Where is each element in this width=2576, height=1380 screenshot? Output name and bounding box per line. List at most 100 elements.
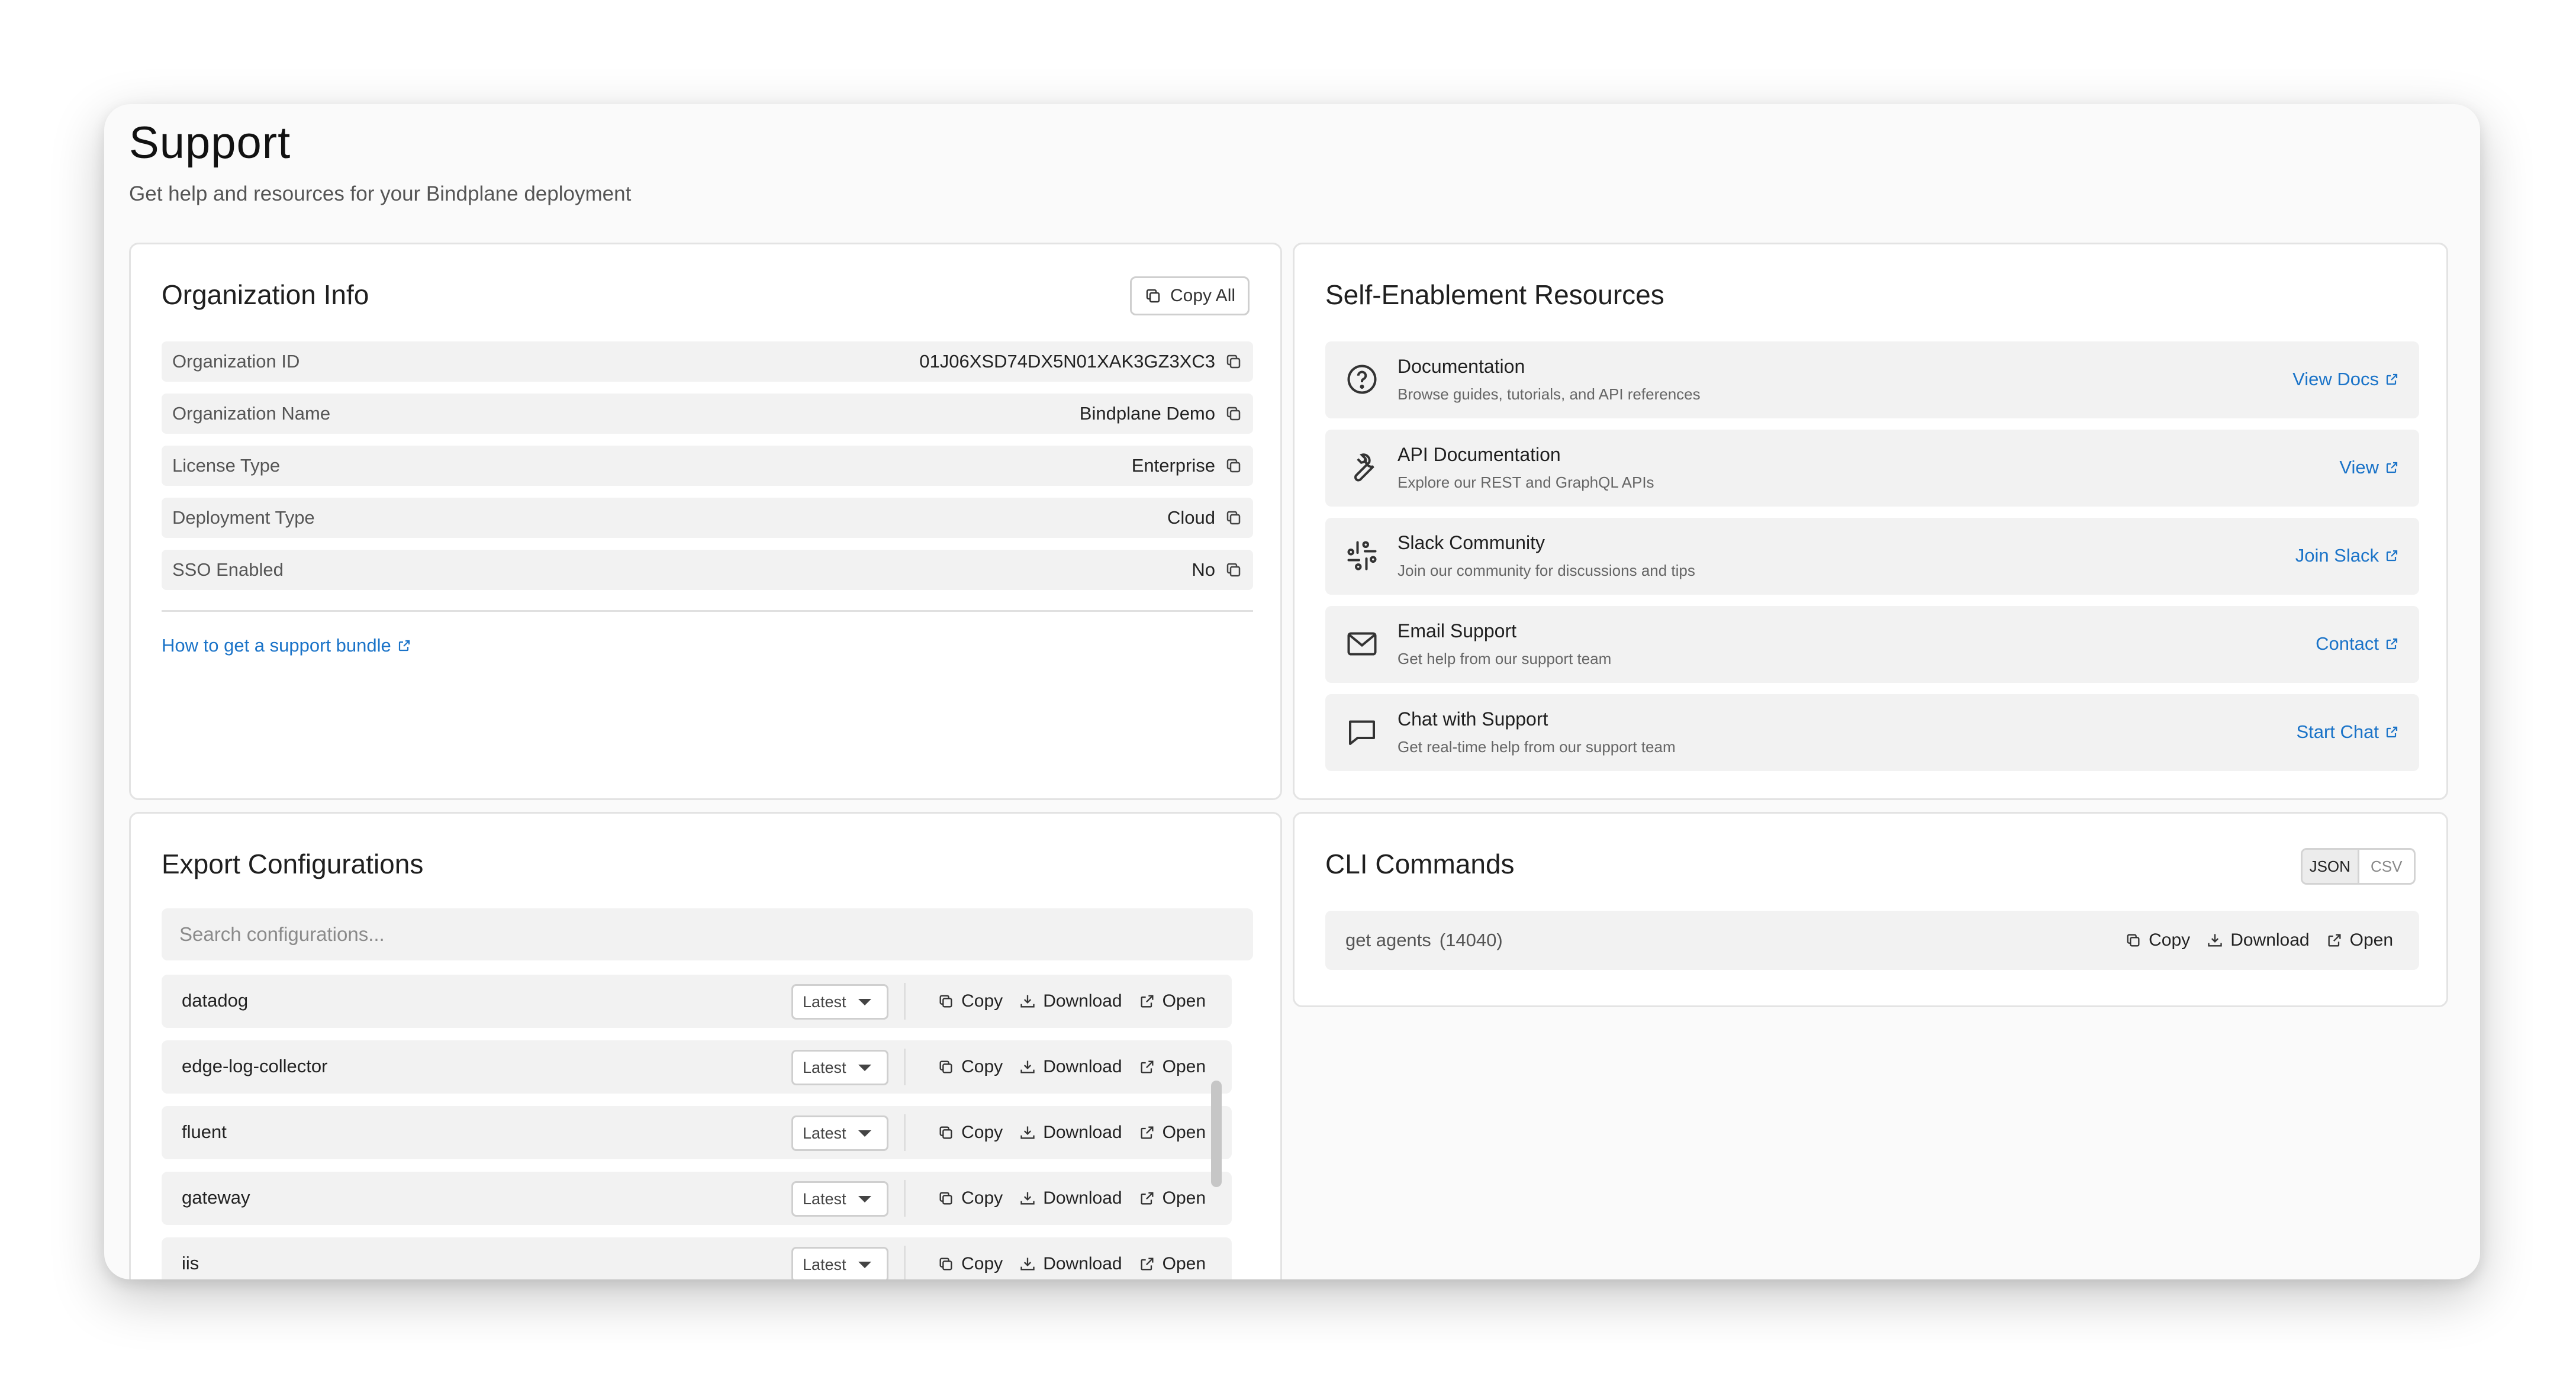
copy-icon	[938, 1190, 954, 1207]
resource-description: Join our community for discussions and t…	[1398, 562, 1695, 579]
copy-icon[interactable]	[1225, 561, 1242, 579]
format-csv-option[interactable]: CSV	[2359, 850, 2414, 883]
link-label: Contact	[2316, 633, 2379, 654]
version-label: Latest	[803, 1255, 846, 1273]
link-label: View	[2339, 457, 2379, 478]
copy-all-button[interactable]: Copy All	[1130, 276, 1250, 315]
copy-icon[interactable]	[1225, 353, 1242, 370]
copy-button[interactable]: Copy	[938, 1123, 1003, 1143]
resource-title: Chat with Support	[1398, 708, 1548, 730]
download-label: Download	[1043, 1254, 1122, 1273]
view-docs-link[interactable]: View Docs	[2292, 369, 2399, 390]
version-select[interactable]: Latest	[791, 1115, 888, 1151]
copy-icon	[1144, 287, 1162, 305]
open-button[interactable]: Open	[1139, 1254, 1206, 1274]
resource-title: Documentation	[1398, 356, 1525, 377]
download-button[interactable]: Download	[1019, 1123, 1122, 1143]
external-link-icon	[1139, 1059, 1155, 1075]
copy-all-label: Copy All	[1170, 286, 1236, 305]
info-label: SSO Enabled	[172, 559, 284, 580]
copy-icon[interactable]	[1225, 405, 1242, 423]
config-row: gateway Latest Copy Download Open	[162, 1172, 1232, 1225]
divider	[904, 983, 906, 1020]
link-label: Start Chat	[2296, 721, 2379, 742]
download-icon	[1019, 1256, 1036, 1272]
chat-bubble-icon	[1344, 714, 1380, 750]
external-link-icon	[2326, 932, 2343, 949]
open-button[interactable]: Open	[2326, 930, 2393, 950]
divider	[904, 1049, 906, 1085]
config-row: edge-log-collector Latest Copy Download …	[162, 1040, 1232, 1094]
download-label: Download	[1043, 991, 1122, 1011]
contact-link[interactable]: Contact	[2316, 633, 2399, 654]
download-button[interactable]: Download	[2207, 930, 2310, 950]
download-button[interactable]: Download	[1019, 1057, 1122, 1077]
search-configurations-input[interactable]	[162, 908, 1253, 960]
external-link-icon	[2385, 460, 2399, 475]
export-configurations-card: Export Configurations datadog Latest Cop…	[129, 812, 1282, 1279]
info-label: License Type	[172, 455, 281, 476]
open-button[interactable]: Open	[1139, 1188, 1206, 1208]
organization-info-card: Organization Info Copy All Organization …	[129, 243, 1282, 800]
version-select[interactable]: Latest	[791, 1181, 888, 1217]
config-list-scrollbar[interactable]	[1211, 1081, 1222, 1187]
download-button[interactable]: Download	[1019, 1254, 1122, 1274]
copy-icon[interactable]	[1225, 457, 1242, 475]
info-row-deployment-type: Deployment Type Cloud	[162, 498, 1253, 538]
export-configurations-title: Export Configurations	[162, 849, 424, 879]
mail-icon	[1344, 626, 1380, 662]
copy-button[interactable]: Copy	[938, 1188, 1003, 1208]
info-value: 01J06XSD74DX5N01XAK3GZ3XC3	[919, 351, 1215, 372]
external-link-icon	[397, 639, 411, 653]
wrench-icon	[1344, 450, 1380, 485]
cli-command-text: get agents	[1345, 930, 1431, 950]
config-name: gateway	[182, 1187, 250, 1208]
format-toggle: JSON CSV	[2301, 848, 2416, 885]
download-button[interactable]: Download	[1019, 991, 1122, 1011]
copy-label: Copy	[961, 1188, 1003, 1208]
open-button[interactable]: Open	[1139, 991, 1206, 1011]
download-icon	[1019, 1124, 1036, 1141]
config-name: datadog	[182, 990, 249, 1011]
copy-icon[interactable]	[1225, 509, 1242, 527]
info-value: Enterprise	[1131, 455, 1215, 476]
external-link-icon	[1139, 993, 1155, 1010]
version-label: Latest	[803, 992, 846, 1011]
open-button[interactable]: Open	[1139, 1123, 1206, 1143]
download-button[interactable]: Download	[1019, 1188, 1122, 1208]
support-bundle-link[interactable]: How to get a support bundle	[162, 635, 411, 656]
external-link-icon	[1139, 1256, 1155, 1272]
slack-icon	[1344, 538, 1380, 573]
caret-down-icon	[858, 1064, 871, 1071]
divider	[904, 1114, 906, 1151]
resource-slack-community: Slack Community Join our community for d…	[1325, 518, 2419, 595]
download-icon	[1019, 1059, 1036, 1075]
cli-commands-title: CLI Commands	[1325, 849, 1515, 879]
join-slack-link[interactable]: Join Slack	[2295, 545, 2399, 566]
caret-down-icon	[858, 998, 871, 1005]
start-chat-link[interactable]: Start Chat	[2296, 721, 2399, 743]
format-json-option[interactable]: JSON	[2303, 850, 2359, 883]
config-name: fluent	[182, 1121, 227, 1142]
download-icon	[1019, 1190, 1036, 1207]
info-row-organization-name: Organization Name Bindplane Demo	[162, 394, 1253, 434]
cli-command-row: get agents (14040) Copy Download Open	[1325, 911, 2419, 970]
copy-label: Copy	[961, 1057, 1003, 1076]
copy-button[interactable]: Copy	[2125, 930, 2190, 950]
download-icon	[1019, 993, 1036, 1010]
copy-button[interactable]: Copy	[938, 991, 1003, 1011]
page-subtitle: Get help and resources for your Bindplan…	[129, 182, 632, 205]
copy-button[interactable]: Copy	[938, 1057, 1003, 1077]
open-button[interactable]: Open	[1139, 1057, 1206, 1077]
version-select[interactable]: Latest	[791, 1050, 888, 1085]
version-select[interactable]: Latest	[791, 1247, 888, 1279]
copy-icon	[938, 993, 954, 1010]
view-api-link[interactable]: View	[2339, 457, 2399, 478]
external-link-icon	[2385, 549, 2399, 563]
version-select[interactable]: Latest	[791, 984, 888, 1020]
copy-label: Copy	[2149, 930, 2191, 950]
self-enablement-card: Self-Enablement Resources Documentation …	[1293, 243, 2448, 800]
info-row-sso-enabled: SSO Enabled No	[162, 550, 1253, 590]
copy-button[interactable]: Copy	[938, 1254, 1003, 1274]
copy-icon	[2125, 932, 2142, 949]
